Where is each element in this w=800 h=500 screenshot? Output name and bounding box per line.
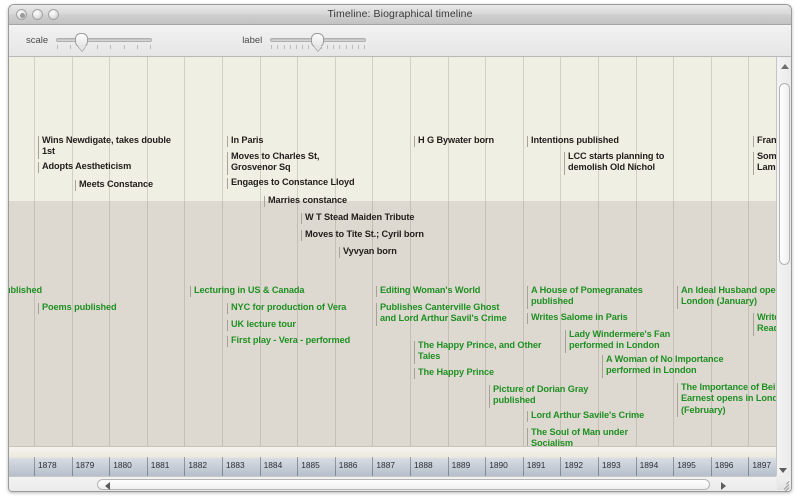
timeline-event[interactable]: An Ideal Husband opens in London (Januar… [677,285,776,309]
timeline-event[interactable]: LCC starts planning to demolish Old Nich… [564,151,664,175]
triangle-left-icon[interactable] [105,482,110,490]
year-label: 1885 [301,460,320,470]
year-label: 1883 [226,460,245,470]
timeline-event[interactable]: Writes D Reading [753,312,776,336]
scale-slider-label: scale [26,35,49,46]
timeline-event[interactable]: Vyvyan born [339,246,397,259]
timeline-event[interactable]: Engages to Constance Lloyd [227,177,355,190]
year-label: 1891 [526,460,546,470]
year-label: 1890 [489,460,508,470]
timeline-event[interactable]: Moves to Charles St, Grosvenor Sq [227,151,319,175]
scale-slider[interactable] [56,31,153,51]
year-label: 1889 [451,460,471,470]
window-titlebar[interactable]: Timeline: Biographical timeline [9,5,791,25]
vertical-scrollbar[interactable] [776,57,791,491]
timeline-event[interactable]: Writes Salome in Paris [527,312,628,325]
timeline-event[interactable]: A Woman of No Importance performed in Lo… [602,354,724,378]
timeline-event[interactable]: Picture of Dorian Gray published [489,384,588,408]
timeline-event[interactable]: In Paris [227,135,264,148]
year-label: 1897 [752,460,772,470]
timeline-event[interactable]: Editing Woman's World [376,285,480,298]
timeline-canvas[interactable]: Wins Newdigate, takes double 1st Adopts A… [9,57,776,491]
year-label: 1887 [376,460,396,470]
timeline-event[interactable]: Publishes Canterville Ghost and Lord Art… [376,302,507,326]
timeline-event[interactable]: The Happy Prince [414,367,494,380]
timeline-window: Timeline: Biographical timeline scale la… [8,4,792,492]
scale-slider-group: scale [26,31,153,51]
year-label: 1879 [75,460,95,470]
label-slider[interactable] [270,31,367,51]
year-label: 1895 [677,460,696,470]
year-label: 1881 [150,460,170,470]
toolbar: scale label [9,25,791,57]
year-label: 1894 [639,460,659,470]
label-slider-label: label [242,35,263,46]
timeline-event[interactable]: The Happy Prince, and Other Tales [414,340,542,364]
timeline-event[interactable]: Intentions published [527,135,619,148]
timeline-event[interactable]: Lecturing in US & Canada [190,285,305,298]
timeline-event[interactable]: NYC for production of Vera [227,302,346,315]
year-label: 1878 [38,460,57,470]
year-label: 1886 [338,460,358,470]
year-label: 1882 [188,460,208,470]
year-label: 1884 [263,460,283,470]
resize-grip-icon[interactable] [777,477,790,491]
timeline-event[interactable]: Moves to Tite St.; Cyril born [301,229,424,242]
timeline-event[interactable]: Adopts Aestheticism [38,161,131,174]
scale-slider-thumb[interactable] [75,32,89,48]
timeline-event[interactable]: Meets Constance [75,179,153,192]
timeline-event[interactable]: UK lecture tour [227,319,296,332]
horizontal-scrollbar[interactable] [9,476,776,491]
label-slider-group: label [242,31,367,51]
timeline-event[interactable]: Somerse Lambeth [753,151,776,175]
timeline-event[interactable]: The Importance of Being Earnest opens in… [677,382,776,418]
timeline-event[interactable]: Marries constance [264,195,347,208]
horizontal-scrollbar-thumb[interactable] [97,479,710,490]
triangle-down-icon[interactable] [779,468,787,473]
timeline-body: Wins Newdigate, takes double 1st Adopts A… [9,57,791,491]
timeline-event[interactable]: Lord Arthur Savile's Crime [527,410,644,423]
vertical-scrollbar-thumb[interactable] [779,83,790,265]
triangle-right-icon[interactable] [721,482,726,490]
timeline-event[interactable]: Wins Newdigate, takes double 1st [38,135,171,159]
triangle-up-icon[interactable] [781,64,789,69]
timeline-event[interactable]: Lady Windermere's Fan performed in Londo… [565,329,670,353]
timeline-event[interactable]: Poems published [38,302,117,315]
year-label: 1893 [602,460,621,470]
label-slider-thumb[interactable] [311,32,325,48]
timeline-event[interactable]: First play - Vera - performed [227,335,350,348]
year-label: 1896 [714,460,734,470]
timeline-event[interactable]: ublished [9,285,42,296]
timeline-event[interactable]: France/ [753,135,776,148]
scale-slider-ticks [57,44,152,50]
year-label: 1888 [414,460,433,470]
timeline-event[interactable]: A House of Pomegranates published [527,285,643,309]
scale-slider-track[interactable] [56,37,153,42]
year-label: 1880 [113,460,132,470]
timeline-event[interactable]: W T Stead Maiden Tribute [301,212,414,225]
year-label: 1892 [564,460,584,470]
timeline-event[interactable]: H G Bywater born [414,135,494,148]
window-title: Timeline: Biographical timeline [327,8,473,20]
